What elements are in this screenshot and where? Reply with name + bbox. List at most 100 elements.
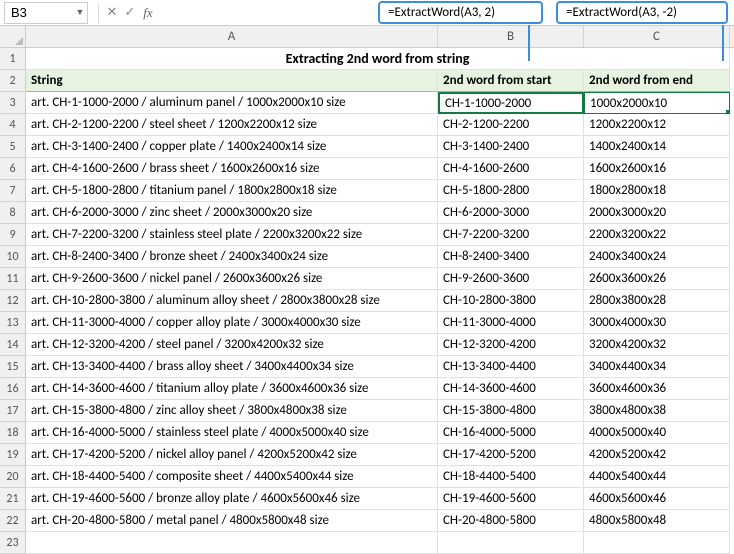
row-header[interactable]: 7: [0, 180, 26, 202]
cell-word-from-end[interactable]: 4400x5400x44: [584, 466, 730, 488]
cell-word-from-start[interactable]: CH-5-1800-2800: [438, 180, 584, 202]
cell-string[interactable]: art. CH-7-2200-3200 / stainless steel pl…: [26, 224, 438, 246]
cell-word-from-start[interactable]: CH-14-3600-4600: [438, 378, 584, 400]
cell-string[interactable]: art. CH-11-3000-4000 / copper alloy plat…: [26, 312, 438, 334]
row-header[interactable]: 20: [0, 466, 26, 488]
row-header[interactable]: 10: [0, 246, 26, 268]
row-header[interactable]: 3: [0, 92, 26, 114]
cell-word-from-end[interactable]: 4000x5000x40: [584, 422, 730, 444]
cell-word-from-start[interactable]: CH-4-1600-2600: [438, 158, 584, 180]
cell-string[interactable]: art. CH-13-3400-4400 / brass alloy sheet…: [26, 356, 438, 378]
row-header[interactable]: 21: [0, 488, 26, 510]
cell-word-from-end[interactable]: 1200x2200x12: [584, 114, 730, 136]
cell-word-from-end[interactable]: 3200x4200x32: [584, 334, 730, 356]
cell-word-from-end[interactable]: 2000x3000x20: [584, 202, 730, 224]
cell[interactable]: [26, 532, 438, 554]
row-header[interactable]: 5: [0, 136, 26, 158]
cell-string[interactable]: art. CH-5-1800-2800 / titanium panel / 1…: [26, 180, 438, 202]
cell-word-from-start[interactable]: CH-7-2200-3200: [438, 224, 584, 246]
cell-word-from-start[interactable]: CH-9-2600-3600: [438, 268, 584, 290]
cell-word-from-start[interactable]: CH-2-1200-2200: [438, 114, 584, 136]
row-header[interactable]: 12: [0, 290, 26, 312]
cell-word-from-end[interactable]: 1800x2800x18: [584, 180, 730, 202]
cell-string[interactable]: art. CH-9-2600-3600 / nickel panel / 260…: [26, 268, 438, 290]
cell-string[interactable]: art. CH-14-3600-4600 / titanium alloy pl…: [26, 378, 438, 400]
row-header[interactable]: 1: [0, 48, 26, 70]
col-header-b[interactable]: B: [438, 26, 584, 47]
row-header[interactable]: 19: [0, 444, 26, 466]
row-header[interactable]: 9: [0, 224, 26, 246]
cell-string[interactable]: art. CH-4-1600-2600 / brass sheet / 1600…: [26, 158, 438, 180]
row-header[interactable]: 2: [0, 70, 26, 92]
row-header[interactable]: 8: [0, 202, 26, 224]
check-icon[interactable]: ✓: [121, 3, 139, 23]
title-cell[interactable]: Extracting 2nd word from string: [26, 48, 730, 70]
cell-string[interactable]: art. CH-10-2800-3800 / aluminum alloy sh…: [26, 290, 438, 312]
header-from-start[interactable]: 2nd word from start: [438, 70, 584, 92]
cell-word-from-end[interactable]: 2800x3800x28: [584, 290, 730, 312]
cell-string[interactable]: art. CH-15-3800-4800 / zinc alloy sheet …: [26, 400, 438, 422]
row-header[interactable]: 22: [0, 510, 26, 532]
cell-word-from-end[interactable]: 4200x5200x42: [584, 444, 730, 466]
cell-word-from-end[interactable]: 2200x3200x22: [584, 224, 730, 246]
row-header[interactable]: 16: [0, 378, 26, 400]
cell-word-from-start[interactable]: CH-20-4800-5800: [438, 510, 584, 532]
cell-string[interactable]: art. CH-3-1400-2400 / copper plate / 140…: [26, 136, 438, 158]
cancel-icon[interactable]: ✕: [103, 3, 121, 23]
select-all-corner[interactable]: [0, 26, 26, 48]
cell-string[interactable]: art. CH-12-3200-4200 / steel panel / 320…: [26, 334, 438, 356]
cell-string[interactable]: art. CH-2-1200-2200 / steel sheet / 1200…: [26, 114, 438, 136]
row-header[interactable]: 14: [0, 334, 26, 356]
cell-string[interactable]: art. CH-18-4400-5400 / composite sheet /…: [26, 466, 438, 488]
cell-word-from-start[interactable]: CH-3-1400-2400: [438, 136, 584, 158]
row-header[interactable]: 11: [0, 268, 26, 290]
header-string[interactable]: String: [26, 70, 438, 92]
cell-string[interactable]: art. CH-6-2000-3000 / zinc sheet / 2000x…: [26, 202, 438, 224]
cell-string[interactable]: art. CH-8-2400-3400 / bronze sheet / 240…: [26, 246, 438, 268]
row-header[interactable]: 18: [0, 422, 26, 444]
cell-word-from-end[interactable]: 1000x2000x10: [584, 92, 730, 114]
cell-word-from-end[interactable]: 4800x5800x48: [584, 510, 730, 532]
cell-word-from-start[interactable]: CH-15-3800-4800: [438, 400, 584, 422]
cell-word-from-start[interactable]: CH-13-3400-4400: [438, 356, 584, 378]
cell-string[interactable]: art. CH-20-4800-5800 / metal panel / 480…: [26, 510, 438, 532]
formula-input[interactable]: [157, 2, 734, 24]
col-header-c[interactable]: C: [584, 26, 730, 47]
cell[interactable]: [438, 532, 584, 554]
cell-word-from-end[interactable]: 1600x2600x16: [584, 158, 730, 180]
cell-string[interactable]: art. CH-17-4200-5200 / nickel alloy pane…: [26, 444, 438, 466]
row-header[interactable]: 15: [0, 356, 26, 378]
cell-word-from-end[interactable]: 3800x4800x38: [584, 400, 730, 422]
cell-word-from-end[interactable]: 2600x3600x26: [584, 268, 730, 290]
cell-word-from-end[interactable]: 3000x4000x30: [584, 312, 730, 334]
cell-word-from-start[interactable]: CH-19-4600-5600: [438, 488, 584, 510]
fill-handle[interactable]: [726, 110, 730, 114]
row-header[interactable]: 17: [0, 400, 26, 422]
cell-word-from-start[interactable]: CH-1-1000-2000: [438, 92, 584, 114]
cell-word-from-start[interactable]: CH-17-4200-5200: [438, 444, 584, 466]
row-header[interactable]: 13: [0, 312, 26, 334]
cell-word-from-start[interactable]: CH-10-2800-3800: [438, 290, 584, 312]
cell-string[interactable]: art. CH-16-4000-5000 / stainless steel p…: [26, 422, 438, 444]
cell-word-from-start[interactable]: CH-12-3200-4200: [438, 334, 584, 356]
cell-word-from-end[interactable]: 4600x5600x46: [584, 488, 730, 510]
cell-word-from-start[interactable]: CH-8-2400-3400: [438, 246, 584, 268]
cell-word-from-start[interactable]: CH-16-4000-5000: [438, 422, 584, 444]
col-header-a[interactable]: A: [26, 26, 438, 47]
name-box[interactable]: [5, 5, 73, 20]
cell-word-from-end[interactable]: 3600x4600x36: [584, 378, 730, 400]
cell-word-from-start[interactable]: CH-18-4400-5400: [438, 466, 584, 488]
cell[interactable]: [584, 532, 730, 554]
header-from-end[interactable]: 2nd word from end: [584, 70, 730, 92]
cell-word-from-end[interactable]: 2400x3400x24: [584, 246, 730, 268]
name-box-dropdown[interactable]: ▼: [73, 3, 87, 23]
cell-string[interactable]: art. CH-1-1000-2000 / aluminum panel / 1…: [26, 92, 438, 114]
cell-word-from-start[interactable]: CH-11-3000-4000: [438, 312, 584, 334]
row-header[interactable]: 4: [0, 114, 26, 136]
fx-icon[interactable]: fx: [139, 3, 157, 23]
row-header[interactable]: 6: [0, 158, 26, 180]
row-header[interactable]: 23: [0, 532, 26, 554]
cell-word-from-end[interactable]: 1400x2400x14: [584, 136, 730, 158]
cell-string[interactable]: art. CH-19-4600-5600 / bronze alloy plat…: [26, 488, 438, 510]
cell-word-from-start[interactable]: CH-6-2000-3000: [438, 202, 584, 224]
